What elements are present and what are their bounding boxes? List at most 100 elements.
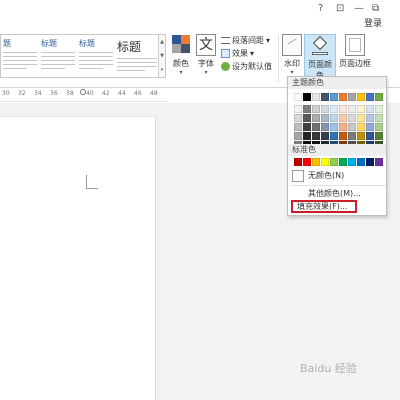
theme-color-swatch[interactable]: [303, 105, 311, 113]
theme-color-swatch[interactable]: [321, 93, 329, 101]
caret-down-icon: ▾: [204, 69, 208, 76]
theme-color-swatch[interactable]: [339, 105, 347, 113]
style-thumb-title: 标题: [117, 40, 142, 54]
theme-color-swatch[interactable]: [375, 114, 383, 122]
theme-color-swatch[interactable]: [366, 132, 374, 140]
watermark-button[interactable]: 水印 ▾: [281, 34, 303, 76]
paragraph-spacing-button[interactable]: 段落间距 ▾: [221, 34, 283, 47]
theme-color-swatch[interactable]: [312, 114, 320, 122]
margin-corner-mark: [86, 175, 98, 189]
theme-colors-heading: 主题颜色: [288, 77, 386, 89]
theme-color-swatch[interactable]: [339, 93, 347, 101]
standard-color-swatch[interactable]: [303, 158, 311, 166]
standard-color-swatch[interactable]: [357, 158, 365, 166]
theme-color-swatch[interactable]: [294, 114, 302, 122]
theme-color-swatch[interactable]: [330, 132, 338, 140]
document-page[interactable]: [0, 116, 156, 400]
fonts-button[interactable]: 文 字体 ▾: [193, 34, 219, 76]
theme-color-swatch[interactable]: [375, 132, 383, 140]
more-icon[interactable]: ▾: [159, 63, 165, 77]
theme-color-swatch[interactable]: [312, 105, 320, 113]
theme-color-swatch[interactable]: [303, 123, 311, 131]
theme-color-swatch[interactable]: [357, 114, 365, 122]
theme-color-swatch[interactable]: [339, 123, 347, 131]
standard-color-swatch[interactable]: [330, 158, 338, 166]
group-divider: [278, 34, 279, 82]
theme-color-swatch[interactable]: [330, 105, 338, 113]
theme-color-swatch[interactable]: [321, 105, 329, 113]
standard-color-swatch[interactable]: [348, 158, 356, 166]
theme-color-swatch[interactable]: [348, 105, 356, 113]
theme-color-swatch[interactable]: [348, 93, 356, 101]
theme-color-swatch[interactable]: [321, 114, 329, 122]
ribbon-display-button[interactable]: ⊡: [336, 3, 344, 14]
style-thumb-3[interactable]: 标题: [79, 38, 113, 74]
theme-color-swatch[interactable]: [303, 93, 311, 101]
minimize-button[interactable]: —: [354, 3, 364, 14]
standard-color-swatch[interactable]: [375, 158, 383, 166]
standard-color-swatch[interactable]: [312, 158, 320, 166]
theme-color-swatch[interactable]: [330, 123, 338, 131]
theme-color-swatch[interactable]: [294, 132, 302, 140]
theme-color-swatch[interactable]: [303, 132, 311, 140]
format-options: 段落间距 ▾ 效果 ▾ 设为默认值: [221, 34, 283, 73]
theme-color-swatch[interactable]: [312, 93, 320, 101]
fill-effects-option[interactable]: 填充效果(F)...: [291, 200, 357, 213]
colors-button[interactable]: 颜色 ▾: [168, 34, 194, 76]
theme-color-swatch[interactable]: [294, 123, 302, 131]
theme-color-swatch[interactable]: [321, 123, 329, 131]
theme-color-swatch[interactable]: [330, 114, 338, 122]
theme-color-swatch[interactable]: [339, 132, 347, 140]
horizontal-ruler[interactable]: 30 32 34 36 38 40 42 44 46 48: [0, 88, 168, 102]
theme-color-swatch[interactable]: [366, 123, 374, 131]
standard-color-swatch[interactable]: [294, 158, 302, 166]
no-color-option[interactable]: 无颜色(N): [288, 169, 386, 182]
login-link[interactable]: 登录: [364, 16, 382, 29]
set-default-button[interactable]: 设为默认值: [221, 60, 283, 73]
theme-color-swatch[interactable]: [303, 114, 311, 122]
style-thumb-1[interactable]: 题: [3, 38, 37, 74]
ruler-tick: 44: [118, 90, 126, 97]
standard-color-swatch[interactable]: [339, 158, 347, 166]
style-thumb-lines: [41, 52, 75, 69]
fonts-label: 字体: [198, 59, 214, 68]
standard-colors-section: 标准色: [288, 144, 386, 156]
theme-color-swatch[interactable]: [348, 114, 356, 122]
help-button[interactable]: ?: [318, 3, 323, 14]
no-color-label: 无颜色(N): [308, 171, 345, 180]
theme-color-swatch[interactable]: [375, 105, 383, 113]
theme-color-swatch[interactable]: [357, 105, 365, 113]
theme-color-swatch[interactable]: [348, 123, 356, 131]
theme-color-swatch[interactable]: [366, 93, 374, 101]
chevron-up-icon[interactable]: ▲: [159, 35, 165, 49]
chevron-down-icon[interactable]: ▼: [159, 49, 165, 63]
theme-color-swatch[interactable]: [348, 132, 356, 140]
restore-button[interactable]: ⧉: [372, 3, 379, 14]
theme-color-swatch[interactable]: [366, 105, 374, 113]
standard-color-swatch[interactable]: [321, 158, 329, 166]
theme-color-swatch[interactable]: [366, 114, 374, 122]
theme-color-swatch[interactable]: [357, 123, 365, 131]
page-color-button[interactable]: 页面颜色 ▾: [304, 34, 336, 88]
gallery-scrollbar[interactable]: ▲ ▼ ▾: [158, 35, 165, 77]
theme-color-swatch[interactable]: [312, 132, 320, 140]
theme-color-swatch[interactable]: [375, 123, 383, 131]
standard-color-swatch[interactable]: [366, 158, 374, 166]
style-thumb-4[interactable]: 标题: [117, 38, 157, 74]
effects-button[interactable]: 效果 ▾: [221, 47, 283, 60]
theme-color-swatch[interactable]: [321, 132, 329, 140]
colors-icon: [171, 34, 191, 56]
style-thumb-2[interactable]: 标题: [41, 38, 75, 74]
colors-label: 颜色: [173, 59, 189, 68]
more-colors-option[interactable]: 其他颜色(M)...: [288, 187, 386, 200]
page-border-button[interactable]: 页面边框: [338, 34, 372, 69]
theme-color-swatch[interactable]: [357, 132, 365, 140]
theme-color-swatch[interactable]: [330, 93, 338, 101]
theme-color-swatch[interactable]: [294, 105, 302, 113]
theme-color-swatch[interactable]: [375, 93, 383, 101]
theme-color-swatch[interactable]: [357, 93, 365, 101]
theme-color-swatch[interactable]: [294, 93, 302, 101]
document-format-gallery[interactable]: 题 标题 标题 标题 ▲ ▼ ▾: [0, 34, 166, 78]
theme-color-swatch[interactable]: [312, 123, 320, 131]
theme-color-swatch[interactable]: [339, 114, 347, 122]
